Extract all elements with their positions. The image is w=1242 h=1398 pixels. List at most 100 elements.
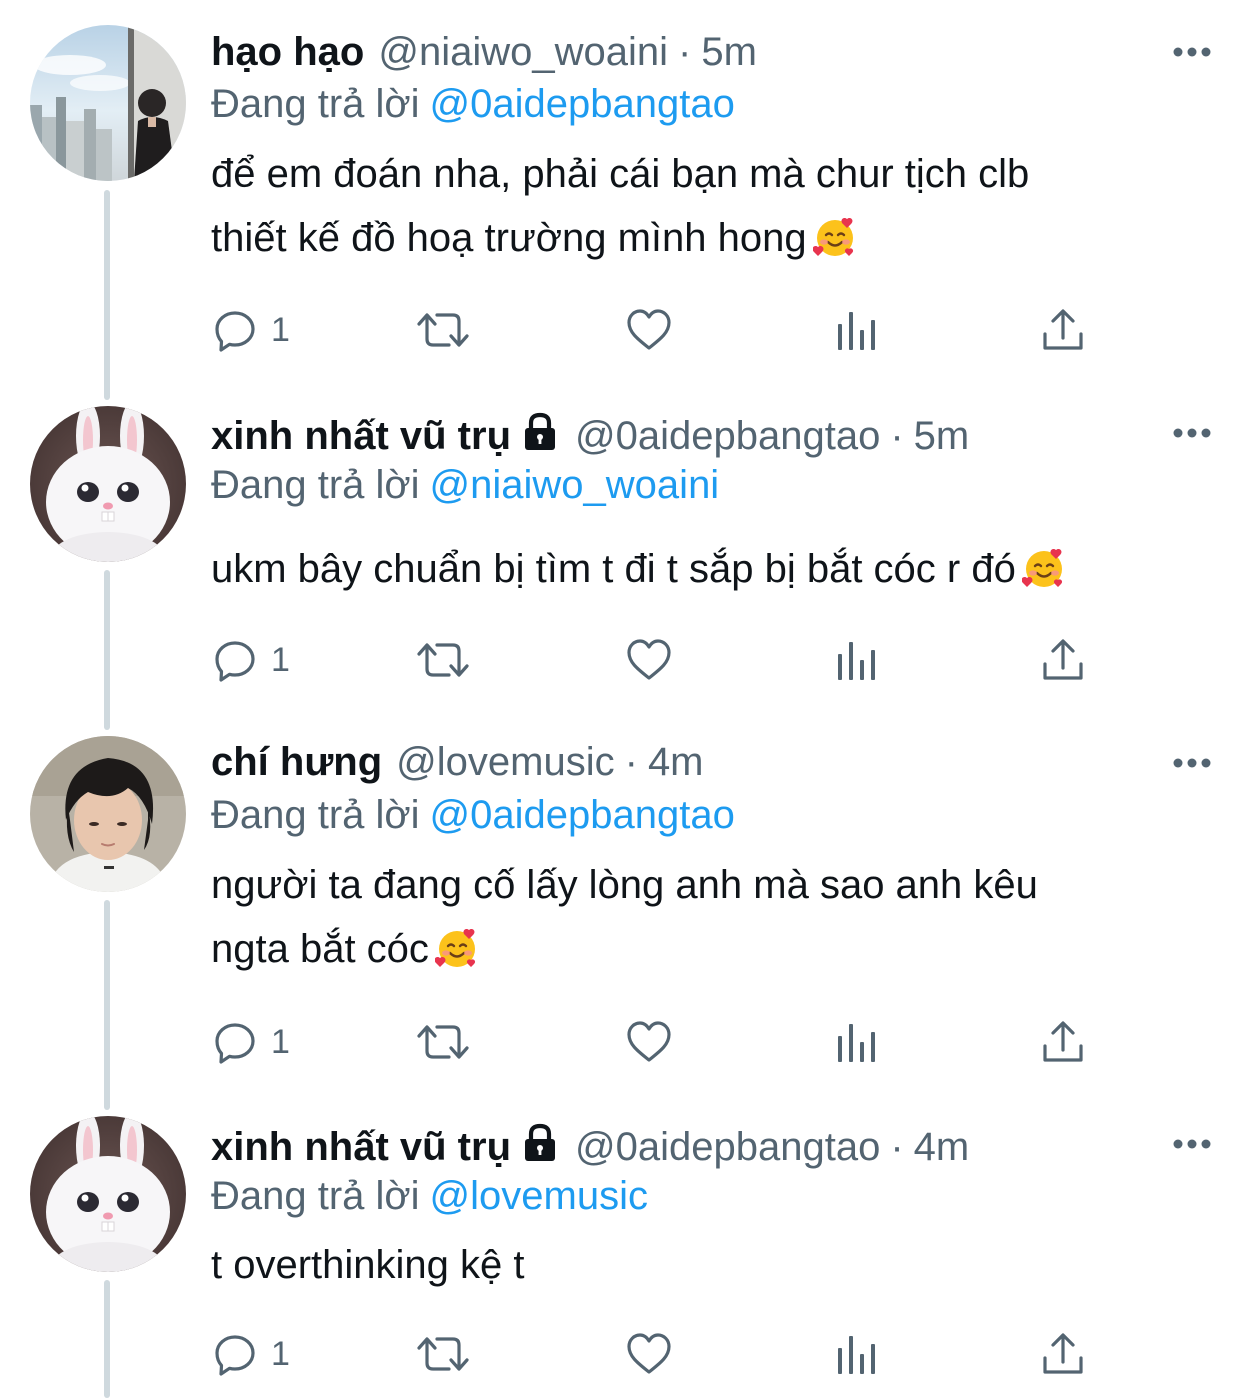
tweet-text-line: người ta đang cố lấy lòng anh mà sao anh… — [211, 863, 1038, 907]
tweet-text-line: ngta bắt cóc — [211, 917, 1171, 981]
share-button[interactable] — [1039, 302, 1087, 358]
lock-icon — [525, 412, 555, 450]
share-icon — [1043, 309, 1083, 350]
tweet-text: ukm bây chuẩn bị tìm t đi t sắp bị bắt c… — [211, 537, 1171, 601]
replying-to-mention[interactable]: @niaiwo_woaini — [430, 463, 720, 507]
share-button[interactable] — [1039, 632, 1087, 688]
avatar[interactable] — [30, 25, 186, 181]
display-name[interactable]: hạo hạo — [211, 30, 364, 74]
reply-icon — [215, 1023, 255, 1064]
tweet-text: người ta đang cố lấy lòng anh mà sao anh… — [211, 853, 1171, 981]
replying-to-label: Đang trả lời — [211, 793, 420, 837]
analytics-icon — [838, 312, 875, 350]
replying-to-mention[interactable]: @lovemusic — [430, 1174, 648, 1218]
tweet-header: xinh nhất vũ trụ @0aidepbangtao · 5m — [211, 408, 1152, 464]
bunny-avatar — [30, 406, 186, 562]
separator-dot: · — [624, 740, 638, 784]
reply-icon — [215, 641, 255, 682]
smiling-face-with-hearts-icon — [1021, 548, 1062, 587]
share-icon — [1043, 639, 1083, 680]
view-analytics-button[interactable] — [835, 1014, 879, 1070]
replying-to-mention[interactable]: @0aidepbangtao — [430, 82, 735, 126]
retweet-icon — [417, 1025, 469, 1059]
smiling-face-with-hearts-icon — [434, 928, 476, 967]
thread-line — [104, 190, 110, 400]
retweet-icon — [417, 313, 469, 347]
share-button[interactable] — [1039, 1326, 1087, 1382]
view-analytics-button[interactable] — [835, 1326, 879, 1382]
profile-photo — [30, 736, 186, 892]
reply-icon — [215, 311, 255, 352]
tweet-text: để em đoán nha, phải cái bạn mà chur tịc… — [211, 142, 1171, 270]
replying-to: Đang trả lời @niaiwo_woaini — [211, 459, 719, 511]
handle[interactable]: @lovemusic — [396, 740, 614, 784]
reply-count: 1 — [271, 640, 290, 679]
like-button[interactable] — [625, 1326, 673, 1382]
reply-button[interactable]: 1 — [211, 1326, 290, 1382]
reply-button[interactable]: 1 — [211, 1014, 290, 1070]
tweet-header: chí hưng @lovemusic · 4m — [211, 734, 1152, 790]
display-name[interactable]: xinh nhất vũ trụ — [211, 1125, 511, 1169]
retweet-icon — [417, 643, 469, 677]
retweet-button[interactable] — [415, 632, 471, 688]
reply-count: 1 — [271, 1022, 290, 1061]
reply-button[interactable]: 1 — [211, 632, 290, 688]
heart-icon — [627, 1333, 671, 1374]
tweet-text-line: t overthinking kệ t — [211, 1243, 525, 1287]
retweet-button[interactable] — [415, 1326, 471, 1382]
replying-to: Đang trả lời @0aidepbangtao — [211, 789, 735, 841]
analytics-icon — [838, 1024, 875, 1062]
heart-icon — [627, 309, 671, 350]
more-options-icon[interactable] — [1172, 755, 1212, 771]
more-options-icon[interactable] — [1172, 1136, 1212, 1152]
avatar[interactable] — [30, 406, 186, 562]
like-button[interactable] — [625, 302, 673, 358]
replying-to: Đang trả lời @0aidepbangtao — [211, 78, 735, 130]
timestamp[interactable]: 5m — [701, 30, 757, 74]
reply-button[interactable]: 1 — [211, 302, 290, 358]
share-icon — [1043, 1333, 1083, 1374]
like-button[interactable] — [625, 632, 673, 688]
lock-icon — [525, 1123, 555, 1161]
thread-line — [104, 570, 110, 730]
reply-count: 1 — [271, 1334, 290, 1373]
analytics-icon — [838, 642, 875, 680]
timestamp[interactable]: 4m — [648, 740, 704, 784]
timestamp[interactable]: 5m — [914, 414, 970, 458]
timestamp[interactable]: 4m — [914, 1125, 970, 1169]
reply-count: 1 — [271, 310, 290, 349]
avatar[interactable] — [30, 1116, 186, 1272]
tweet-text-line: ukm bây chuẩn bị tìm t đi t sắp bị bắt c… — [211, 537, 1171, 601]
bunny-avatar — [30, 1116, 186, 1272]
avatar[interactable] — [30, 736, 186, 892]
replying-to-mention[interactable]: @0aidepbangtao — [430, 793, 735, 837]
handle[interactable]: @0aidepbangtao — [575, 1125, 880, 1169]
smiling-face-with-hearts-icon — [812, 217, 853, 256]
more-options-icon[interactable] — [1172, 425, 1212, 441]
tweet-text-line: để em đoán nha, phải cái bạn mà chur tịc… — [211, 152, 1030, 196]
retweet-button[interactable] — [415, 302, 471, 358]
handle[interactable]: @0aidepbangtao — [575, 414, 880, 458]
more-options-icon[interactable] — [1172, 44, 1212, 60]
like-button[interactable] — [625, 1014, 673, 1070]
share-icon — [1043, 1021, 1083, 1062]
handle[interactable]: @niaiwo_woaini — [378, 30, 668, 74]
tweet-header: xinh nhất vũ trụ @0aidepbangtao · 4m — [211, 1119, 1152, 1175]
separator-dot: · — [890, 1125, 904, 1169]
view-analytics-button[interactable] — [835, 302, 879, 358]
replying-to-label: Đang trả lời — [211, 1174, 420, 1218]
retweet-button[interactable] — [415, 1014, 471, 1070]
display-name[interactable]: xinh nhất vũ trụ — [211, 414, 511, 458]
retweet-icon — [417, 1337, 469, 1371]
separator-dot: · — [678, 30, 692, 74]
separator-dot: · — [890, 414, 904, 458]
view-analytics-button[interactable] — [835, 632, 879, 688]
replying-to: Đang trả lời @lovemusic — [211, 1170, 648, 1222]
display-name[interactable]: chí hưng — [211, 740, 382, 784]
tweet-text-line: thiết kế đồ hoạ trường mình hong — [211, 206, 1171, 270]
heart-icon — [627, 639, 671, 680]
tweet-header: hạo hạo @niaiwo_woaini · 5m — [211, 24, 1152, 80]
thread-line — [104, 1280, 110, 1398]
replying-to-label: Đang trả lời — [211, 463, 420, 507]
share-button[interactable] — [1039, 1014, 1087, 1070]
